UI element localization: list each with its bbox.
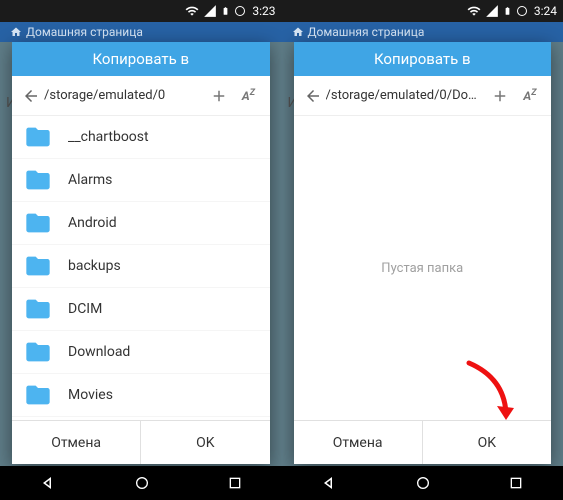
- sort-button[interactable]: AZ: [515, 88, 545, 103]
- path-row: /storage/emulated/0 AZ: [12, 76, 270, 116]
- app-bar: Домашняя страница: [0, 22, 282, 42]
- folder-icon: [24, 123, 54, 151]
- folder-name: Download: [68, 344, 130, 360]
- circle-icon: [234, 5, 246, 17]
- folder-icon: [24, 381, 54, 409]
- app-bar: Домашняя страница: [282, 22, 563, 42]
- app-bar-title: Домашняя страница: [26, 25, 143, 39]
- folder-row[interactable]: __chartboost: [12, 116, 270, 159]
- dialog-buttons: Отмена OK: [12, 420, 270, 464]
- dialog-title: Копировать в: [294, 42, 552, 76]
- plus-icon: [491, 87, 509, 105]
- nav-bar: [0, 466, 282, 500]
- folder-icon: [24, 166, 54, 194]
- folder-row[interactable]: Alarms: [12, 159, 270, 202]
- nav-bar: [282, 466, 563, 500]
- folder-row[interactable]: backups: [12, 245, 270, 288]
- phone-right: 3:24 Домашняя страница И Копировать в /s…: [282, 0, 563, 500]
- folder-row[interactable]: DCIM: [12, 288, 270, 331]
- sort-az-icon: AZ: [242, 88, 255, 103]
- nav-recent-icon[interactable]: [227, 475, 243, 491]
- back-button[interactable]: [300, 87, 326, 105]
- dialog-title: Копировать в: [12, 42, 270, 76]
- battery-icon: [503, 4, 512, 18]
- folder-row[interactable]: Movies: [12, 374, 270, 417]
- path-row: /storage/emulated/0/Down... AZ: [294, 76, 552, 116]
- battery-icon: [221, 4, 230, 18]
- home-icon: [10, 26, 22, 38]
- folder-icon: [24, 338, 54, 366]
- folder-icon: [24, 252, 54, 280]
- folder-list[interactable]: __chartboost Alarms Android backups DCIM Down…: [12, 116, 270, 420]
- folder-row[interactable]: Download: [12, 331, 270, 374]
- wifi-icon: [185, 4, 199, 18]
- arrow-left-icon: [304, 87, 322, 105]
- dialog-buttons: Отмена OK: [294, 420, 552, 464]
- status-bar: 3:24: [282, 0, 563, 22]
- add-folder-button[interactable]: [204, 87, 234, 105]
- copy-dialog: Копировать в /storage/emulated/0/Down...…: [294, 42, 552, 464]
- arrow-left-icon: [22, 87, 40, 105]
- sort-az-icon: AZ: [523, 88, 536, 103]
- nav-back-icon[interactable]: [320, 474, 338, 492]
- folder-name: Android: [68, 215, 117, 231]
- nav-home-icon[interactable]: [415, 475, 431, 491]
- nav-back-icon[interactable]: [39, 474, 57, 492]
- cancel-button[interactable]: Отмена: [294, 421, 422, 464]
- status-bar: 3:23: [0, 0, 282, 22]
- path-text: /storage/emulated/0/Down...: [326, 88, 486, 103]
- path-text: /storage/emulated/0: [44, 88, 204, 103]
- folder-icon: [24, 295, 54, 323]
- phone-left: 3:23 Домашняя страница И Копировать в /s…: [0, 0, 282, 500]
- sort-button[interactable]: AZ: [234, 88, 264, 103]
- add-folder-button[interactable]: [485, 87, 515, 105]
- signal-icon: [485, 4, 499, 18]
- status-time: 3:24: [534, 4, 557, 18]
- folder-name: __chartboost: [68, 129, 149, 145]
- ok-button[interactable]: OK: [140, 421, 269, 464]
- folder-row[interactable]: Android: [12, 202, 270, 245]
- back-button[interactable]: [18, 87, 44, 105]
- cancel-button[interactable]: Отмена: [12, 421, 140, 464]
- app-bar-title: Домашняя страница: [308, 25, 425, 39]
- status-time: 3:23: [252, 4, 275, 18]
- folder-name: Alarms: [68, 172, 112, 188]
- empty-folder-text: Пустая папка: [294, 116, 552, 420]
- folder-name: backups: [68, 258, 121, 274]
- folder-name: DCIM: [68, 301, 102, 317]
- folder-icon: [24, 209, 54, 237]
- nav-recent-icon[interactable]: [508, 475, 524, 491]
- circle-icon: [516, 5, 528, 17]
- plus-icon: [210, 87, 228, 105]
- ok-button[interactable]: OK: [422, 421, 551, 464]
- copy-dialog: Копировать в /storage/emulated/0 AZ __ch…: [12, 42, 270, 464]
- nav-home-icon[interactable]: [134, 475, 150, 491]
- wifi-icon: [467, 4, 481, 18]
- folder-name: Movies: [68, 387, 113, 403]
- signal-icon: [203, 4, 217, 18]
- home-icon: [292, 26, 304, 38]
